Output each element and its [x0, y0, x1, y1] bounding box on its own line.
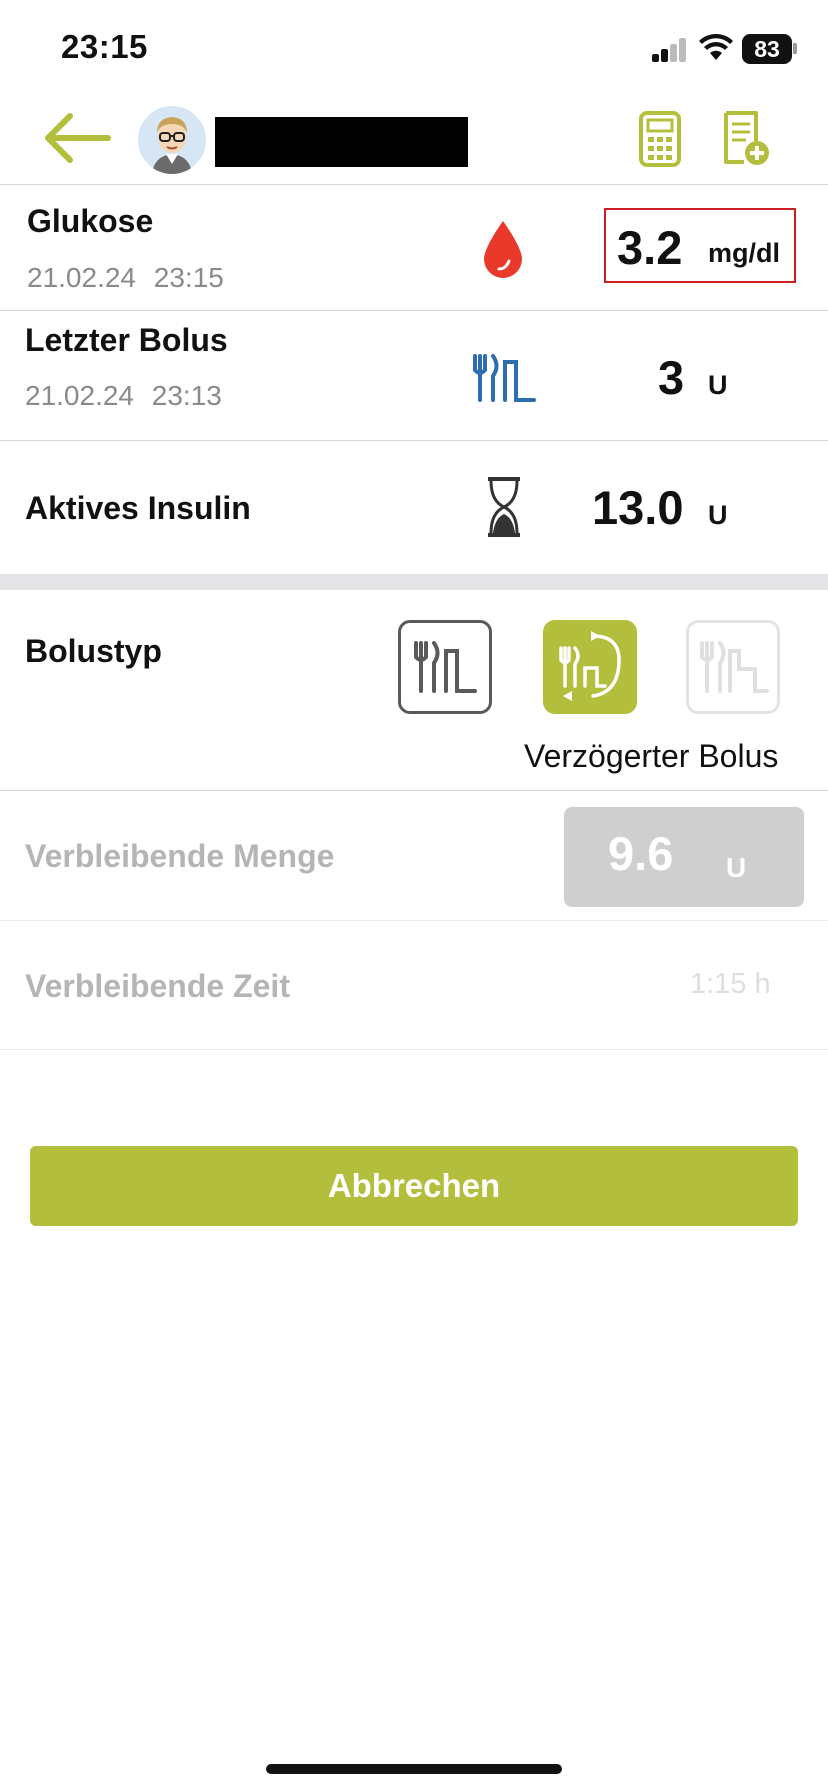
status-time: 23:15	[61, 28, 148, 65]
calculator-icon[interactable]	[638, 110, 682, 168]
active-insulin-value: 13.0	[592, 481, 684, 534]
remaining-amount-field	[564, 807, 804, 907]
last-bolus-timestamp: 21.02.24 23:13	[25, 380, 222, 412]
redacted-name	[215, 117, 468, 167]
last-bolus-value: 3	[658, 351, 685, 404]
wifi-icon	[699, 34, 733, 60]
remaining-amount-unit: U	[726, 852, 747, 883]
last-bolus-date: 21.02.24	[25, 380, 134, 411]
arrow-left-icon[interactable]	[40, 108, 112, 168]
remaining-time-label: Verbleibende Zeit	[25, 968, 290, 1004]
divider	[0, 790, 828, 791]
multiwave-bolus-icon	[700, 641, 769, 693]
standard-bolus-button[interactable]	[398, 620, 492, 714]
glucose-time: 23:15	[153, 262, 224, 293]
divider	[0, 1049, 828, 1050]
standard-bolus-icon	[473, 354, 536, 402]
battery-icon: 83	[742, 34, 792, 64]
glucose-timestamp: 21.02.24 23:15	[27, 262, 224, 294]
remaining-time-value: 1:15 h	[690, 968, 771, 1000]
home-indicator[interactable]	[266, 1764, 562, 1774]
remaining-amount-label: Verbleibende Menge	[25, 838, 335, 874]
blood-drop-icon	[484, 221, 522, 278]
hourglass-icon	[488, 477, 520, 537]
selected-bolus-type: Verzögerter Bolus	[524, 738, 779, 774]
last-bolus-time: 23:13	[151, 380, 222, 411]
standard-bolus-icon	[414, 641, 477, 693]
extended-bolus-button[interactable]	[543, 620, 637, 714]
divider	[0, 310, 828, 311]
glucose-unit: mg/dl	[708, 238, 780, 268]
glucose-label: Glukose	[27, 203, 154, 239]
avatar	[138, 106, 206, 174]
section-separator	[0, 574, 828, 590]
cellular-signal-icon	[652, 38, 688, 62]
active-insulin-unit: U	[708, 500, 728, 530]
divider	[0, 440, 828, 441]
last-bolus-label: Letzter Bolus	[25, 322, 228, 358]
divider	[0, 184, 828, 185]
cancel-button[interactable]: Abbrechen	[30, 1146, 798, 1226]
active-insulin-label: Aktives Insulin	[25, 490, 251, 526]
multiwave-bolus-button[interactable]	[686, 620, 780, 714]
glucose-value: 3.2	[617, 221, 683, 274]
extended-bolus-icon	[559, 631, 621, 701]
add-entry-icon[interactable]	[722, 110, 772, 168]
last-bolus-unit: U	[708, 370, 728, 400]
divider	[0, 920, 828, 921]
bolus-type-label: Bolustyp	[25, 633, 162, 669]
battery-nub	[793, 43, 797, 54]
glucose-date: 21.02.24	[27, 262, 136, 293]
remaining-amount-value: 9.6	[608, 827, 674, 880]
